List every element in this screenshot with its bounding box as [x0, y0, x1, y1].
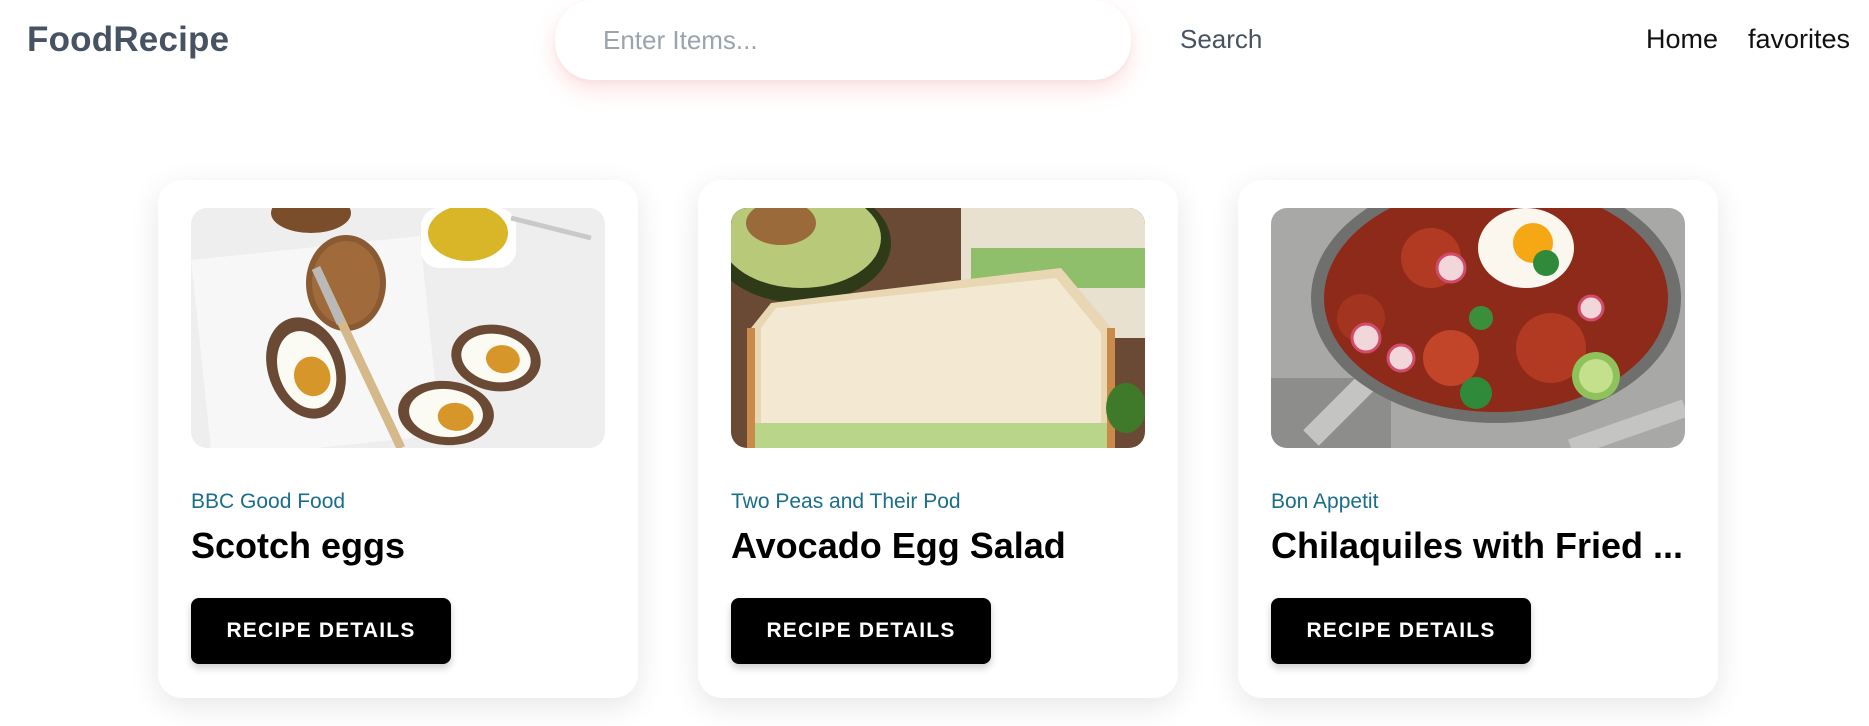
- recipe-details-button[interactable]: RECIPE DETAILS: [191, 598, 451, 664]
- search-bar: [555, 0, 1131, 80]
- recipe-card: Bon Appetit Chilaquiles with Fried ... R…: [1238, 180, 1718, 698]
- recipe-details-button[interactable]: RECIPE DETAILS: [731, 598, 991, 664]
- recipe-publisher: Two Peas and Their Pod: [731, 490, 961, 513]
- recipe-title: Scotch eggs: [191, 525, 406, 566]
- nav-favorites-link[interactable]: favorites: [1748, 24, 1850, 55]
- search-input[interactable]: [603, 18, 1103, 62]
- recipe-title: Avocado Egg Salad: [731, 525, 1066, 566]
- recipe-details-button[interactable]: RECIPE DETAILS: [1271, 598, 1531, 664]
- recipe-title: Chilaquiles with Fried ...: [1271, 525, 1684, 566]
- recipe-publisher: BBC Good Food: [191, 490, 346, 513]
- recipe-image: [1271, 208, 1685, 448]
- nav-home-link[interactable]: Home: [1646, 24, 1718, 55]
- recipe-card: Two Peas and Their Pod Avocado Egg Salad…: [698, 180, 1178, 698]
- recipe-image: [191, 208, 605, 448]
- brand-logo[interactable]: FoodRecipe: [27, 20, 229, 60]
- navbar: FoodRecipe Search Home favorites: [0, 0, 1869, 90]
- recipe-card: BBC Good Food Scotch eggs RECIPE DETAILS: [158, 180, 638, 698]
- recipe-image: [731, 208, 1145, 448]
- recipe-publisher: Bon Appetit: [1271, 490, 1379, 513]
- search-button[interactable]: Search: [1180, 24, 1262, 55]
